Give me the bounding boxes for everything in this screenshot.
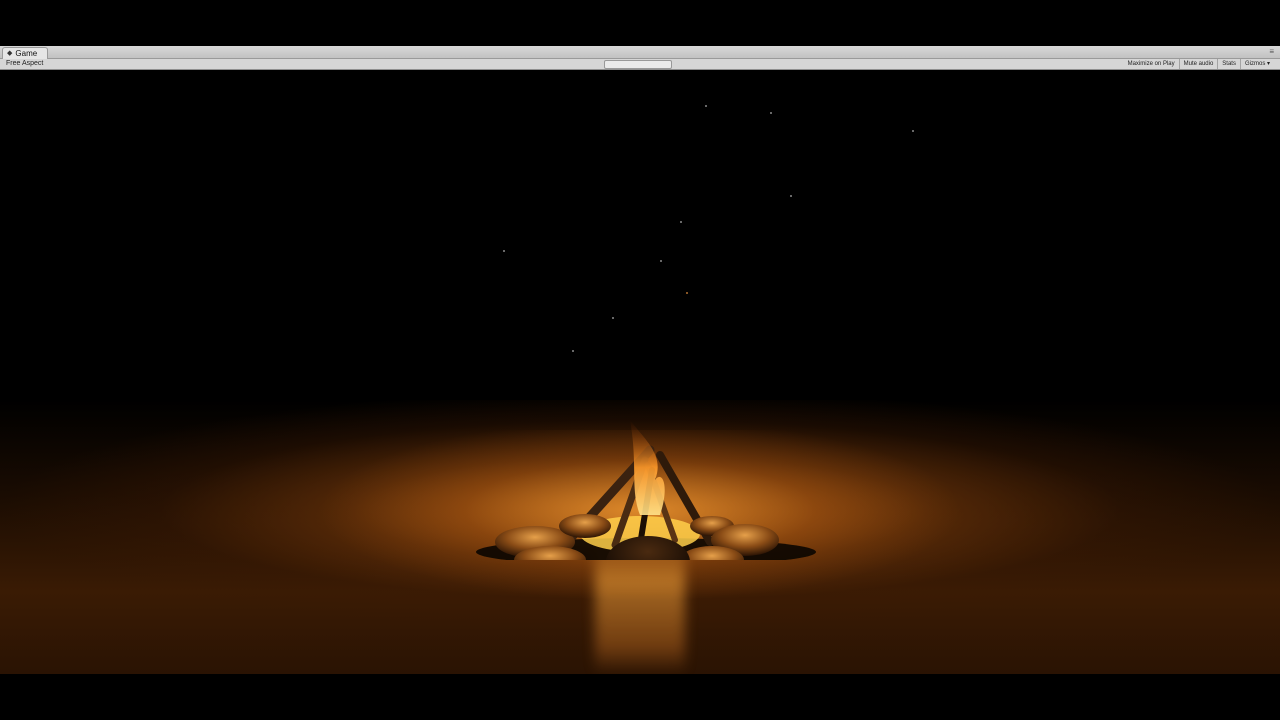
ember — [686, 292, 688, 294]
ember — [660, 260, 662, 262]
maximize-on-play-button[interactable]: Maximize on Play — [1124, 59, 1179, 69]
tab-bar: ◆ Game ≡ — [0, 46, 1280, 59]
tab-game[interactable]: ◆ Game — [2, 47, 49, 59]
ember — [770, 112, 772, 114]
game-controller-icon: ◆ — [7, 50, 13, 57]
game-toolbar: Free Aspect Maximize on Play Mute audio … — [0, 59, 1280, 70]
fire-reflection — [595, 540, 685, 674]
stats-button[interactable]: Stats — [1217, 59, 1240, 69]
toolbar-right-group: Maximize on Play Mute audio Stats Gizmos… — [1124, 59, 1274, 69]
tab-game-label: Game — [15, 49, 38, 58]
game-viewport[interactable] — [0, 70, 1280, 674]
ember — [790, 195, 792, 197]
ember — [680, 221, 682, 223]
campfire — [476, 420, 816, 560]
letterbox-top — [0, 0, 1280, 46]
ember — [705, 105, 707, 107]
scale-slider[interactable] — [604, 60, 672, 69]
ember — [912, 130, 914, 132]
ember — [572, 350, 574, 352]
tab-menu-icon[interactable]: ≡ — [1269, 47, 1274, 56]
letterbox-bottom — [0, 674, 1280, 720]
gizmos-dropdown[interactable]: Gizmos ▾ — [1239, 59, 1274, 69]
aspect-dropdown[interactable]: Free Aspect — [6, 60, 43, 68]
flame — [630, 420, 665, 515]
mute-audio-button[interactable]: Mute audio — [1178, 59, 1218, 69]
ember — [503, 250, 505, 252]
ember — [612, 317, 614, 319]
game-window: ◆ Game ≡ Free Aspect Maximize on Play Mu… — [0, 46, 1280, 674]
